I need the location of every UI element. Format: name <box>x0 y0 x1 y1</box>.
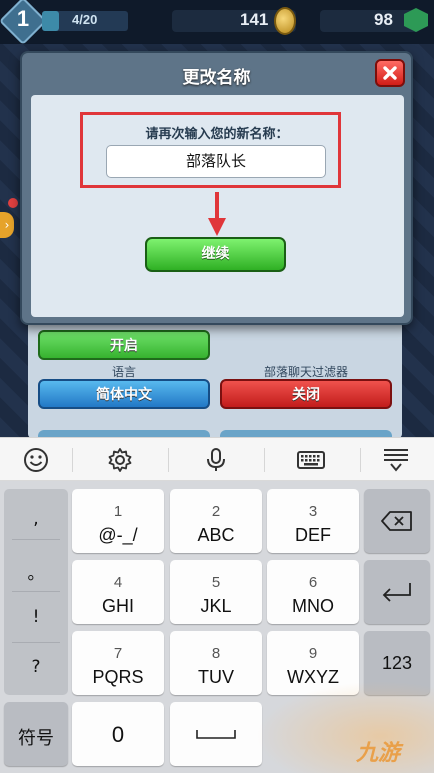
key-letters: DEF <box>295 525 331 545</box>
language-button[interactable]: 简体中文 <box>38 379 210 409</box>
key-number: 5 <box>211 574 221 591</box>
key-number: 9 <box>308 645 318 662</box>
key-letters: GHI <box>101 596 134 616</box>
punctuation-divider <box>12 591 60 592</box>
period-key[interactable]: 。 <box>4 559 68 584</box>
continue-button[interactable]: 继续 <box>145 237 286 272</box>
side-panel-arrow-icon[interactable]: › <box>0 212 14 238</box>
settings-panel: 开启 语言 部落聊天过滤器 简体中文 关闭 <box>28 322 402 438</box>
key-number: 4 <box>113 574 123 591</box>
toggle-on-button[interactable]: 开启 <box>38 330 210 360</box>
space-key[interactable] <box>170 702 262 766</box>
coin-amount: 141 <box>240 10 269 29</box>
close-icon <box>383 66 397 80</box>
key-letters: PQRS <box>92 667 144 687</box>
key-7[interactable]: 7 PQRS <box>72 631 164 695</box>
key-number: 2 <box>211 503 221 520</box>
key-letters: JKL <box>200 596 232 616</box>
key-5[interactable]: 5 JKL <box>170 560 262 624</box>
zero-key-label: 0 <box>111 722 125 747</box>
enter-icon <box>382 583 411 602</box>
rename-prompt: 请再次输入您的新名称： <box>145 127 289 142</box>
key-number: 7 <box>113 645 123 662</box>
rename-dialog: 更改名称 <box>20 51 413 325</box>
toolbar-divider <box>72 448 73 472</box>
toolbar-divider <box>360 448 361 472</box>
punctuation-column[interactable]: , 。 ! ? <box>4 489 68 695</box>
key-1[interactable]: 1 @-_/ <box>72 489 164 553</box>
watermark <box>256 681 434 773</box>
watermark-logo: 九游 <box>356 741 401 766</box>
numbers-key-label: 123 <box>381 653 413 673</box>
key-8[interactable]: 8 TUV <box>170 631 262 695</box>
hud-top-bar: 1 4/20 141 98 <box>0 0 434 46</box>
exclamation-key[interactable]: ! <box>4 607 68 627</box>
gem-amount: 98 <box>374 10 393 29</box>
microphone-icon[interactable] <box>202 446 230 474</box>
space-icon <box>196 730 236 739</box>
key-letters: MNO <box>292 596 334 616</box>
symbols-key-label: 符号 <box>18 728 54 748</box>
toolbar-divider <box>168 448 169 472</box>
key-number: 3 <box>308 503 318 520</box>
key-number: 6 <box>308 574 318 591</box>
dialog-title: 更改名称 <box>182 68 251 88</box>
enter-key[interactable] <box>364 560 430 624</box>
level-number: 1 <box>16 6 30 31</box>
toolbar-divider <box>264 448 265 472</box>
key-6[interactable]: 6 MNO <box>267 560 359 624</box>
chat-filter-label: 部落聊天过滤器 <box>263 365 348 379</box>
question-key[interactable]: ? <box>4 657 68 677</box>
xp-bar-fill <box>42 11 60 31</box>
xp-text: 4/20 <box>72 12 98 27</box>
key-number: 8 <box>211 645 221 662</box>
key-0[interactable]: 0 <box>72 702 164 766</box>
comma-key[interactable]: , <box>4 509 68 529</box>
key-number: 1 <box>113 503 123 520</box>
keyboard-toolbar <box>0 437 434 481</box>
chat-filter-off-button[interactable]: 关闭 <box>220 379 392 409</box>
key-letters: @-_/ <box>98 525 138 545</box>
punctuation-divider <box>12 539 60 540</box>
key-4[interactable]: 4 GHI <box>72 560 164 624</box>
name-input-field[interactable]: 部落队长 <box>106 145 326 178</box>
key-letters: TUV <box>198 667 234 687</box>
collapse-keyboard-icon[interactable] <box>382 446 410 474</box>
backspace-key[interactable] <box>364 489 430 553</box>
symbols-key[interactable]: 符号 <box>4 702 68 766</box>
key-3[interactable]: 3 DEF <box>267 489 359 553</box>
notification-dot <box>8 198 18 208</box>
backspace-icon <box>381 511 412 531</box>
settings-icon[interactable] <box>106 446 134 474</box>
close-button[interactable] <box>375 59 405 87</box>
coin-icon <box>274 7 296 35</box>
language-label: 语言 <box>111 365 136 379</box>
punctuation-divider <box>12 642 60 643</box>
key-letters: ABC <box>197 525 235 545</box>
emoji-icon[interactable] <box>22 446 50 474</box>
down-arrow-icon <box>208 192 226 236</box>
keyboard-icon[interactable] <box>297 446 325 474</box>
key-2[interactable]: 2 ABC <box>170 489 262 553</box>
